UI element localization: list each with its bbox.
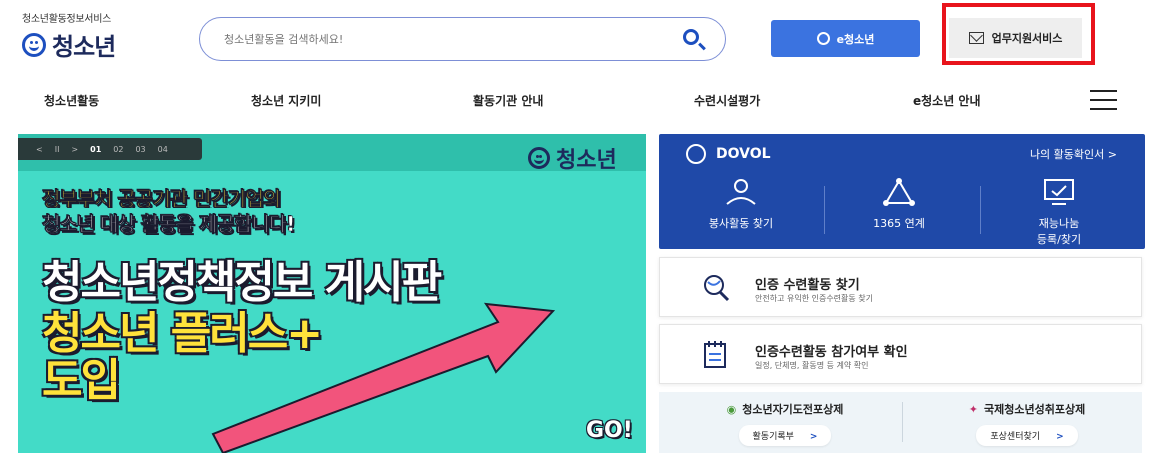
self-challenge-award: ◉ 청소년자기도전포상제 활동기록부 >: [675, 401, 895, 446]
site-logo[interactable]: 청소년활동정보서비스 청소년: [22, 10, 116, 62]
smile-logo-icon: [22, 32, 46, 57]
dovol-divider: [824, 186, 825, 234]
award-title: 청소년자기도전포상제: [742, 403, 844, 416]
dovol-title-text: DOVOL: [716, 146, 771, 162]
certified-activity-search-card[interactable]: 인증 수련활동 찾기 안전하고 유익한 인증수련활동 찾기: [659, 257, 1142, 317]
talent-share-item[interactable]: 재능나눔 등록/찾기: [999, 178, 1119, 247]
search-input[interactable]: [224, 32, 664, 46]
banner-headline-5: 도입: [42, 355, 121, 406]
card-title: 인증 수련활동 찾기: [755, 278, 860, 293]
chevron-right-icon: >: [809, 432, 818, 442]
smile-icon: [816, 32, 830, 45]
volunteer-icon: [726, 179, 756, 205]
my-activity-cert-link[interactable]: 나의 활동확인서 >: [1030, 146, 1117, 162]
talent-share-label-1: 재능나눔: [1038, 217, 1080, 230]
link-1365-label: 1365 연계: [873, 217, 925, 230]
ribbon-icon: ✦: [968, 403, 978, 416]
award-title: 국제청소년성취포상제: [984, 403, 1086, 416]
award-center-button[interactable]: 포상센터찾기 >: [976, 425, 1078, 446]
awards-panel: ◉ 청소년자기도전포상제 활동기록부 > ✦ 국제청소년성취포상제 포상센터찾기 >: [659, 392, 1142, 453]
dovol-title[interactable]: DOVOL: [686, 144, 771, 164]
monitor-icon: [1044, 179, 1074, 205]
medal-icon: ◉: [726, 403, 737, 416]
main-nav: 청소년활동 청소년 지키미 활동기관 안내 수련시설평가 e청소년 안내: [0, 80, 1155, 122]
participation-check-card[interactable]: 인증수련활동 참가여부 확인 일정, 단체명, 활동명 등 계약 확인: [659, 324, 1142, 384]
search-icon[interactable]: [683, 29, 699, 45]
nav-item-guardian[interactable]: 청소년 지키미: [251, 92, 321, 109]
network-icon: [883, 178, 915, 206]
logo-title: 청소년: [52, 33, 116, 61]
nav-item-facility-eval[interactable]: 수련시설평가: [694, 92, 760, 109]
volunteer-search-item[interactable]: 봉사활동 찾기: [681, 178, 801, 231]
chevron-right-icon: >: [1056, 432, 1064, 442]
go-button[interactable]: GO!: [586, 418, 633, 443]
link-1365-item[interactable]: 1365 연계: [839, 178, 959, 231]
dovol-sun-icon: [686, 144, 706, 164]
award-button-label: 활동기록부: [752, 432, 794, 442]
e-youth-label: e청소년: [836, 32, 875, 46]
talent-share-label-2: 등록/찾기: [1036, 233, 1082, 246]
main-banner[interactable]: < II > 01 02 03 04 청소년 정부부처 공공기관 민간기업의 청…: [18, 134, 646, 453]
award-button-label: 포상센터찾기: [990, 432, 1041, 442]
notepad-icon: [704, 341, 726, 368]
search-globe-icon: [704, 275, 730, 302]
international-award: ✦ 국제청소년성취포상제 포상센터찾기 >: [917, 401, 1137, 446]
nav-item-e-youth-guide[interactable]: e청소년 안내: [913, 92, 981, 109]
nav-item-activities[interactable]: 청소년활동: [44, 92, 99, 109]
search-bar[interactable]: [199, 17, 726, 61]
logo-subtitle: 청소년활동정보서비스: [22, 14, 112, 25]
e-youth-button[interactable]: e청소년: [771, 20, 920, 57]
nav-item-institutions[interactable]: 활동기관 안내: [473, 92, 543, 109]
banner-headline-2: 청소년 대상 활동을 제공합니다!: [42, 208, 295, 237]
hamburger-menu-icon[interactable]: [1090, 90, 1117, 110]
site-header: 청소년활동정보서비스 청소년 e청소년 업무지원서비스: [0, 0, 1155, 75]
activity-record-button[interactable]: 활동기록부 >: [738, 425, 832, 446]
card-title: 인증수련활동 참가여부 확인: [755, 345, 908, 360]
awards-divider: [902, 402, 903, 442]
card-subtitle: 일정, 단체명, 활동명 등 계약 확인: [755, 361, 869, 370]
card-subtitle: 안전하고 유익한 인증수련활동 찾기: [755, 294, 874, 303]
dovol-divider: [980, 186, 981, 234]
volunteer-search-label: 봉사활동 찾기: [708, 217, 774, 230]
highlight-box: [942, 3, 1095, 65]
dovol-panel: DOVOL 나의 활동확인서 > 봉사활동 찾기 1365 연계 재능나눔 등록…: [659, 134, 1145, 249]
